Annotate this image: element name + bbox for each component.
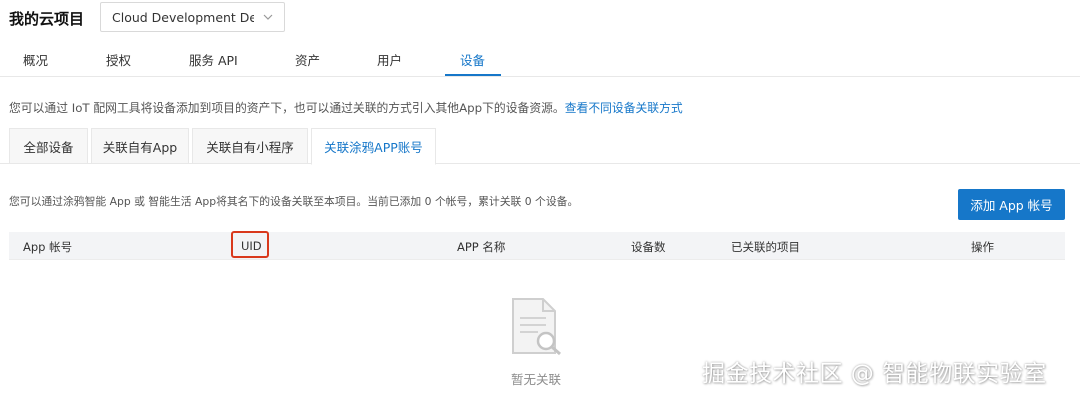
watermark: 掘金技术社区 @ 智能物联实验室 (702, 361, 1047, 387)
chevron-down-icon (263, 14, 273, 20)
project-select[interactable]: Cloud Development De... (100, 2, 285, 32)
column-device-count: 设备数 (631, 240, 666, 254)
subtab-own-app[interactable]: 关联自有App (91, 128, 189, 164)
tab-users[interactable]: 用户 (377, 50, 402, 69)
active-tab-indicator (445, 74, 501, 76)
subtab-all-devices[interactable]: 全部设备 (9, 128, 88, 164)
panel-description: 您可以通过涂鸦智能 App 或 智能生活 App将其名下的设备关联至本项目。当前… (9, 195, 579, 208)
app-title: 我的云项目 (9, 10, 85, 28)
document-search-icon (512, 298, 561, 356)
column-app-account: App 帐号 (23, 240, 73, 254)
empty-state-text: 暂无关联 (511, 372, 562, 387)
tab-devices[interactable]: 设备 (460, 50, 485, 69)
tab-overview[interactable]: 概况 (23, 50, 48, 69)
uid-highlight-box (231, 231, 269, 258)
header: 我的云项目 Cloud Development De... (0, 0, 1080, 34)
subtab-tuya-app-account[interactable]: 关联涂鸦APP账号 (311, 128, 436, 165)
intro-text: 您可以通过 IoT 配网工具将设备添加到项目的资产下，也可以通过关联的方式引入其… (9, 99, 683, 116)
tab-authorization[interactable]: 授权 (106, 50, 131, 69)
subtab-own-mini-program[interactable]: 关联自有小程序 (192, 128, 308, 164)
column-linked-projects: 已关联的项目 (731, 240, 800, 254)
column-actions: 操作 (971, 240, 994, 254)
tab-service-api[interactable]: 服务 API (189, 50, 238, 69)
table-header: App 帐号 UID APP 名称 设备数 已关联的项目 操作 (9, 231, 1065, 260)
intro-message: 您可以通过 IoT 配网工具将设备添加到项目的资产下，也可以通过关联的方式引入其… (9, 101, 565, 115)
tab-assets[interactable]: 资产 (295, 50, 320, 69)
project-select-value: Cloud Development De... (112, 9, 254, 25)
add-app-account-button[interactable]: 添加 App 帐号 (958, 189, 1065, 220)
column-app-name: APP 名称 (457, 240, 506, 254)
sub-tabs: 全部设备 关联自有App 关联自有小程序 关联涂鸦APP账号 (0, 128, 1080, 165)
nav-tabs: 概况 授权 服务 API 资产 用户 设备 (0, 40, 1080, 77)
device-link-methods-link[interactable]: 查看不同设备关联方式 (565, 101, 683, 115)
